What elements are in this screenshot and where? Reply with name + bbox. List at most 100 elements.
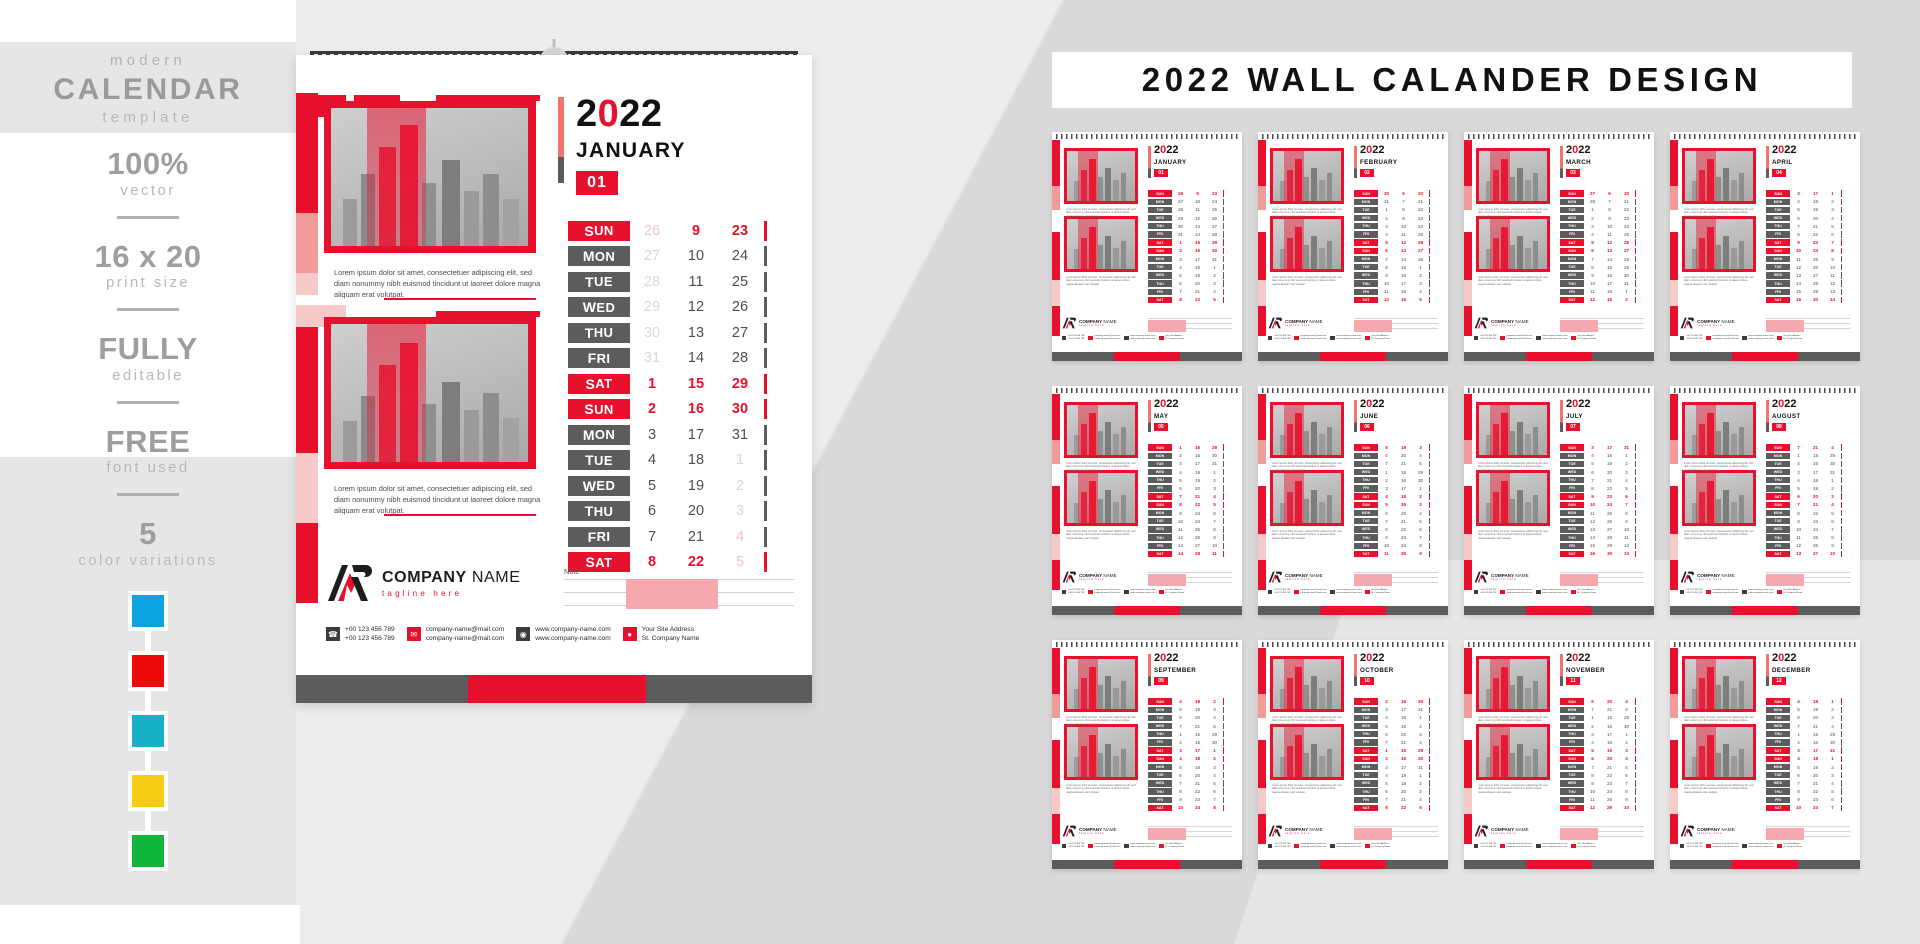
thumb-date-cell[interactable]: 12: [1618, 543, 1635, 548]
thumb-date-cell[interactable]: 14: [1172, 551, 1189, 556]
thumb-date-cell[interactable]: 9: [1378, 535, 1395, 540]
thumb-date-cell[interactable]: 4: [1412, 511, 1429, 516]
thumb-date-cell[interactable]: 4: [1790, 478, 1807, 483]
thumb-date-cell[interactable]: 21: [1395, 461, 1412, 466]
thumb-date-cell[interactable]: 4: [1584, 740, 1601, 745]
thumb-date-cell[interactable]: 2: [1790, 740, 1807, 745]
thumb-date-cell[interactable]: 30: [1378, 191, 1395, 196]
thumb-date-cell[interactable]: 2: [1378, 478, 1395, 483]
thumb-date-cell[interactable]: 4: [1206, 715, 1223, 720]
thumb-date-cell[interactable]: 4: [1584, 453, 1601, 458]
thumb-date-cell[interactable]: 9: [1618, 797, 1635, 802]
thumb-date-cell[interactable]: 4: [1412, 740, 1429, 745]
thumb-date-cell[interactable]: 6: [1412, 527, 1429, 532]
thumb-date-cell[interactable]: 22: [1807, 789, 1824, 794]
thumb-date-cell[interactable]: 21: [1189, 494, 1206, 499]
thumb-date-cell[interactable]: 6: [1172, 486, 1189, 491]
thumb-date-cell[interactable]: 25: [1395, 551, 1412, 556]
thumb-date-cell[interactable]: 14: [1395, 257, 1412, 262]
thumb-date-cell[interactable]: 11: [1618, 535, 1635, 540]
thumb-date-cell[interactable]: 19: [1189, 765, 1206, 770]
thumb-date-cell[interactable]: 2: [1412, 494, 1429, 499]
thumb-date-cell[interactable]: 5: [1378, 724, 1395, 729]
thumb-date-cell[interactable]: 16: [1584, 551, 1601, 556]
thumb-date-cell[interactable]: 13: [1824, 289, 1841, 294]
thumb-date-cell[interactable]: 26: [1618, 240, 1635, 245]
thumb-date-cell[interactable]: 19: [1189, 707, 1206, 712]
thumb-date-cell[interactable]: 5: [1824, 511, 1841, 516]
thumb-date-cell[interactable]: 16: [1189, 453, 1206, 458]
thumb-date-cell[interactable]: 2: [1206, 273, 1223, 278]
thumb-date-cell[interactable]: 7: [1790, 445, 1807, 450]
calendar-date-cell[interactable]: 27: [718, 325, 762, 341]
thumb-date-cell[interactable]: 11: [1189, 207, 1206, 212]
thumb-date-cell[interactable]: 28: [1807, 281, 1824, 286]
thumb-date-cell[interactable]: 15: [1807, 732, 1824, 737]
thumb-date-cell[interactable]: 28: [1601, 535, 1618, 540]
thumb-date-cell[interactable]: 9: [1172, 511, 1189, 516]
thumb-date-cell[interactable]: 7: [1584, 765, 1601, 770]
thumb-date-cell[interactable]: 3: [1412, 732, 1429, 737]
thumb-date-cell[interactable]: 7: [1412, 535, 1429, 540]
thumb-date-cell[interactable]: 8: [1395, 207, 1412, 212]
thumb-date-cell[interactable]: 4: [1412, 453, 1429, 458]
thumb-date-cell[interactable]: 29: [1412, 748, 1429, 753]
thumb-date-cell[interactable]: 2: [1824, 765, 1841, 770]
color-swatch-4[interactable]: [128, 770, 168, 811]
thumb-date-cell[interactable]: 3: [1412, 281, 1429, 286]
thumb-date-cell[interactable]: 22: [1618, 207, 1635, 212]
thumb-date-cell[interactable]: 3: [1584, 732, 1601, 737]
thumb-date-cell[interactable]: 15: [1189, 732, 1206, 737]
thumb-date-cell[interactable]: 3: [1206, 281, 1223, 286]
thumb-date-cell[interactable]: 7: [1378, 257, 1395, 262]
thumb-date-cell[interactable]: 9: [1790, 797, 1807, 802]
thumb-date-cell[interactable]: 14: [1601, 257, 1618, 262]
thumb-date-cell[interactable]: 18: [1807, 478, 1824, 483]
thumb-date-cell[interactable]: 16: [1189, 740, 1206, 745]
thumb-date-cell[interactable]: 7: [1395, 199, 1412, 204]
thumb-date-cell[interactable]: 26: [1807, 543, 1824, 548]
thumb-date-cell[interactable]: 29: [1807, 289, 1824, 294]
thumb-date-cell[interactable]: 14: [1189, 232, 1206, 237]
thumb-date-cell[interactable]: 30: [1412, 478, 1429, 483]
thumb-date-cell[interactable]: 2: [1618, 461, 1635, 466]
calendar-date-cell[interactable]: 14: [674, 350, 718, 366]
thumb-date-cell[interactable]: 21: [1807, 781, 1824, 786]
calendar-date-cell[interactable]: 27: [630, 248, 674, 264]
thumb-date-cell[interactable]: 3: [1824, 715, 1841, 720]
thumb-date-cell[interactable]: 1: [1206, 265, 1223, 270]
thumb-date-cell[interactable]: 4: [1824, 502, 1841, 507]
calendar-date-cell[interactable]: 28: [718, 350, 762, 366]
thumb-date-cell[interactable]: 4: [1412, 289, 1429, 294]
thumb-date-cell[interactable]: 2: [1172, 453, 1189, 458]
thumb-date-cell[interactable]: 22: [1395, 527, 1412, 532]
thumb-date-cell[interactable]: 27: [1807, 551, 1824, 556]
thumb-date-cell[interactable]: 1: [1172, 240, 1189, 245]
thumb-date-cell[interactable]: 6: [1206, 511, 1223, 516]
thumb-date-cell[interactable]: 12: [1790, 265, 1807, 270]
thumb-date-cell[interactable]: 23: [1412, 216, 1429, 221]
thumb-date-cell[interactable]: 20: [1189, 281, 1206, 286]
thumb-date-cell[interactable]: 25: [1601, 797, 1618, 802]
thumb-date-cell[interactable]: 22: [1807, 511, 1824, 516]
thumb-date-cell[interactable]: 1: [1618, 453, 1635, 458]
thumb-date-cell[interactable]: 9: [1206, 535, 1223, 540]
thumb-date-cell[interactable]: 20: [1807, 216, 1824, 221]
thumb-date-cell[interactable]: 18: [1189, 756, 1206, 761]
thumb-date-cell[interactable]: 9: [1378, 273, 1395, 278]
thumb-date-cell[interactable]: 22: [1189, 297, 1206, 302]
thumb-date-cell[interactable]: 8: [1584, 486, 1601, 491]
thumb-date-cell[interactable]: 1: [1378, 470, 1395, 475]
month-thumbnail-09[interactable]: Lorem ipsum dolor sit amet, consectetuer…: [1052, 640, 1242, 869]
thumb-date-cell[interactable]: 2: [1206, 699, 1223, 704]
thumb-date-cell[interactable]: 9: [1189, 191, 1206, 196]
thumb-date-cell[interactable]: 19: [1395, 781, 1412, 786]
thumb-date-cell[interactable]: 21: [1189, 724, 1206, 729]
thumb-date-cell[interactable]: 18: [1807, 199, 1824, 204]
thumb-date-cell[interactable]: 11: [1601, 232, 1618, 237]
thumb-date-cell[interactable]: 5: [1378, 781, 1395, 786]
thumb-date-cell[interactable]: 12: [1601, 240, 1618, 245]
thumb-date-cell[interactable]: 10: [1378, 543, 1395, 548]
thumb-date-cell[interactable]: 7: [1618, 502, 1635, 507]
thumb-date-cell[interactable]: 1: [1412, 486, 1429, 491]
